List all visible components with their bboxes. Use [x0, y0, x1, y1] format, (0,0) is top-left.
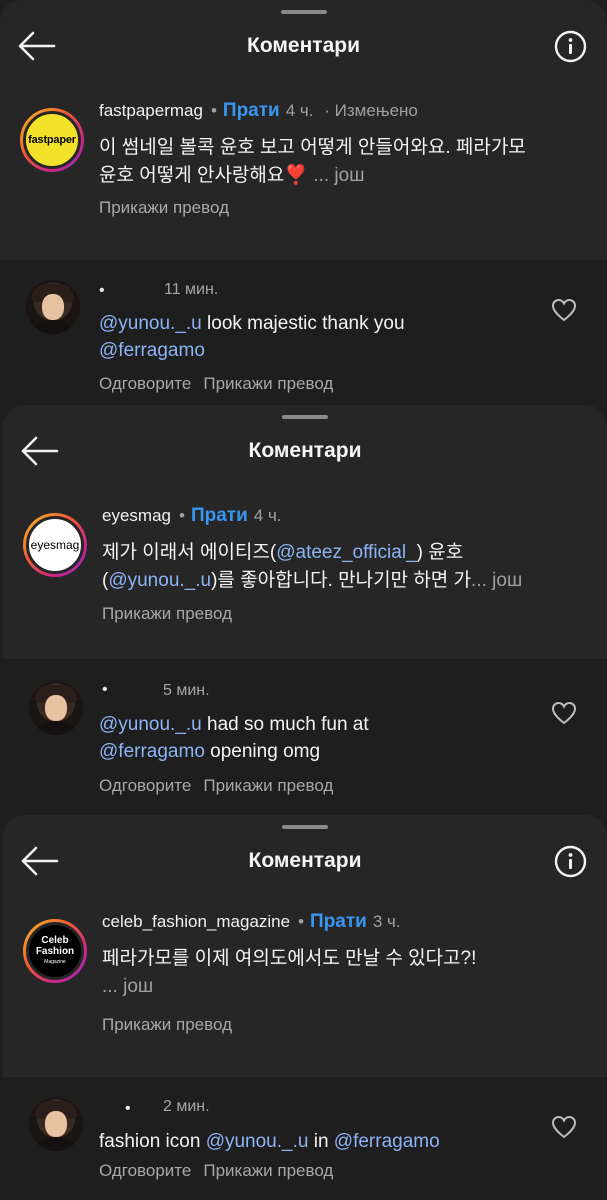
see-translation-link[interactable]: Прикажи превод [203, 776, 333, 795]
comment: • 5 мин. @yunou._.u had so much fun at @… [3, 659, 607, 815]
see-translation-link[interactable]: Прикажи превод [99, 198, 229, 218]
more-link[interactable]: ... још [102, 976, 153, 997]
comment-text: @yunou._.u had so much fun at @ferragamo… [99, 714, 369, 762]
mention[interactable]: @ferragamo [99, 741, 205, 762]
comment-actions: Одговорите Прикажи превод [99, 776, 333, 796]
comment-actions: Одговорите Прикажи превод [99, 374, 333, 394]
page-title: Коментари [248, 849, 362, 872]
heart-icon[interactable] [551, 298, 577, 322]
mention[interactable]: @yunou._.u [108, 570, 211, 591]
post-meta: eyesmag • Прати 4 ч. [102, 505, 282, 526]
caption-text: 제가 이래서 에이티즈(@ateez_official_) 윤호 (@yunou… [102, 542, 523, 591]
comment: • 2 мин. fashion icon @yunou._.u in @fer… [3, 1077, 607, 1200]
mention[interactable]: @ferragamo [99, 340, 205, 361]
see-translation-link[interactable]: Прикажи превод [102, 1015, 232, 1035]
mention[interactable]: @ateez_official_ [276, 542, 416, 563]
follow-button[interactable]: Прати [223, 100, 280, 121]
comments-screen-2: Коментари eyesmag eyesmag • Прати 4 ч. 제가 이… [3, 405, 607, 815]
fastpaper-logo: fastpaper [23, 111, 81, 169]
page-title: Коментари [247, 34, 360, 57]
info-icon[interactable] [554, 845, 587, 878]
post-time: 4 ч. [253, 506, 282, 525]
username[interactable]: • [99, 282, 105, 300]
comment: • 11 мин. @yunou._.u look majestic thank… [0, 260, 607, 407]
avatar[interactable]: eyesmag [23, 513, 87, 577]
post-caption: eyesmag eyesmag • Прати 4 ч. 제가 이래서 에이티즈(@a… [3, 489, 607, 665]
avatar[interactable]: Celeb Fashion Magazine [23, 919, 87, 983]
follow-button[interactable]: Прати [191, 505, 248, 526]
post-time: 4 ч. [285, 101, 314, 120]
comments-screen-3: Коментари Celeb Fashion Magazine celeb_f… [3, 815, 607, 1200]
page-title: Коментари [248, 439, 362, 462]
username[interactable]: • [102, 681, 108, 699]
username[interactable]: celeb_fashion_magazine [102, 912, 290, 931]
follow-button[interactable]: Прати [310, 911, 367, 932]
heart-icon[interactable] [551, 1115, 577, 1139]
info-icon[interactable] [554, 30, 587, 63]
comment-time: 5 мин. [163, 682, 210, 699]
username[interactable]: eyesmag [102, 506, 171, 525]
mention[interactable]: @yunou._.u [99, 313, 202, 334]
more-link[interactable]: ... још [471, 570, 522, 591]
caption-text: 이 썸네일 볼콕 윤호 보고 어떻게 안들어와요. 페라가모 윤호 어떻게 안사… [99, 137, 526, 186]
comment-time: 11 мин. [164, 281, 219, 298]
caption-text: 페라가모를 이제 여의도에서도 만날 수 있다고?! ... још [102, 948, 477, 997]
heart-emoji: ❣️ [284, 165, 309, 186]
mention[interactable]: @yunou._.u [206, 1131, 309, 1152]
heart-icon[interactable] [551, 701, 577, 725]
avatar[interactable] [29, 1097, 83, 1151]
avatar[interactable]: fastpaper [20, 108, 84, 172]
see-translation-link[interactable]: Прикажи превод [203, 1161, 333, 1180]
comment-text: @yunou._.u look majestic thank you @ferr… [99, 313, 405, 361]
reply-button[interactable]: Одговорите [99, 1161, 191, 1180]
see-translation-link[interactable]: Прикажи превод [102, 604, 232, 624]
drag-handle[interactable] [282, 415, 328, 419]
edited-label: · Измењено [324, 101, 418, 120]
reply-button[interactable]: Одговорите [99, 776, 191, 795]
username[interactable]: • [125, 1100, 131, 1118]
header: Коментари [0, 16, 607, 78]
avatar[interactable] [29, 681, 83, 735]
comment-time: 2 мин. [163, 1098, 210, 1115]
comment-text: fashion icon @yunou._.u in @ferragamo [99, 1131, 440, 1152]
post-time: 3 ч. [372, 912, 401, 931]
comment-actions: Одговорите Прикажи превод [99, 1161, 333, 1181]
celeb-fashion-logo: Celeb Fashion Magazine [26, 922, 84, 980]
username[interactable]: fastpapermag [99, 101, 203, 120]
post-meta: fastpapermag • Прати 4 ч. · Измењено [99, 100, 418, 121]
header: Коментари [3, 421, 607, 483]
post-caption: fastpaper fastpapermag • Прати 4 ч. · Измењ… [0, 84, 607, 260]
post-meta: celeb_fashion_magazine • Прати 3 ч. [102, 911, 401, 932]
header: Коментари [3, 831, 607, 893]
avatar[interactable] [26, 280, 80, 334]
eyesmag-logo: eyesmag [26, 516, 84, 574]
reply-button[interactable]: Одговорите [99, 374, 191, 393]
mention[interactable]: @yunou._.u [99, 714, 202, 735]
post-caption: Celeb Fashion Magazine celeb_fashion_mag… [3, 895, 607, 1071]
mention[interactable]: @ferragamo [334, 1131, 440, 1152]
drag-handle[interactable] [282, 825, 328, 829]
more-link[interactable]: ... још [308, 165, 364, 186]
see-translation-link[interactable]: Прикажи превод [203, 374, 333, 393]
comments-screen-1: Коментари fastpaper fastpapermag • Прати 4 … [0, 0, 607, 407]
drag-handle[interactable] [280, 10, 327, 14]
